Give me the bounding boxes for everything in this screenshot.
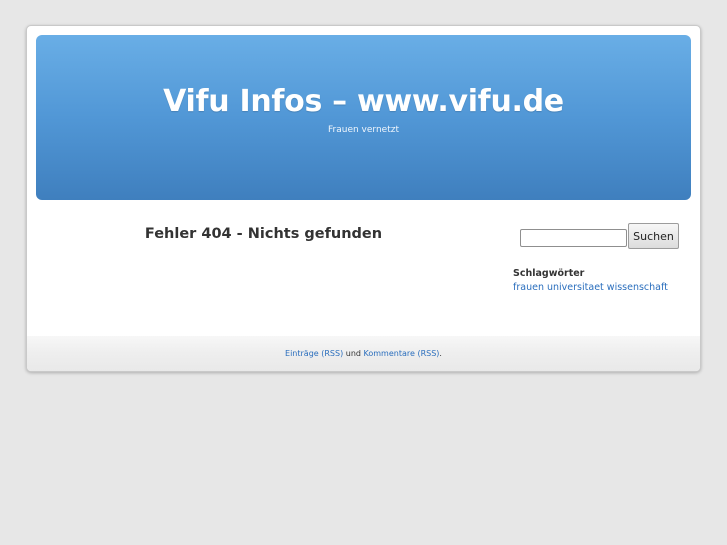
- tag-link-universitaet[interactable]: universitaet: [547, 282, 604, 293]
- search-form: Suchen: [513, 223, 693, 249]
- error-title: Fehler 404 - Nichts gefunden: [144, 226, 383, 242]
- page-container: Vifu Infos – www.vifu.de Frauen vernetzt…: [26, 25, 701, 372]
- tag-cloud: frauen universitaet wissenschaft: [513, 282, 668, 293]
- entries-rss-link[interactable]: Einträge (RSS): [285, 349, 343, 358]
- footer-period: .: [439, 349, 442, 358]
- footer-conjunction: und: [343, 349, 364, 358]
- site-description: Frauen vernetzt: [328, 125, 399, 135]
- search-button[interactable]: Suchen: [628, 223, 679, 249]
- main-content: Fehler 404 - Nichts gefunden: [36, 226, 491, 242]
- search-input[interactable]: [520, 229, 627, 247]
- site-title[interactable]: Vifu Infos – www.vifu.de: [36, 84, 691, 119]
- tags-heading: Schlagwörter: [513, 268, 585, 279]
- comments-rss-link[interactable]: Kommentare (RSS): [364, 349, 440, 358]
- sidebar: Suchen Schlagwörter frauen universitaet …: [513, 223, 693, 293]
- site-footer: Einträge (RSS) und Kommentare (RSS).: [27, 336, 700, 371]
- tag-link-wissenschaft[interactable]: wissenschaft: [607, 282, 668, 293]
- site-header: Vifu Infos – www.vifu.de Frauen vernetzt: [36, 35, 691, 200]
- tag-link-frauen[interactable]: frauen: [513, 282, 544, 293]
